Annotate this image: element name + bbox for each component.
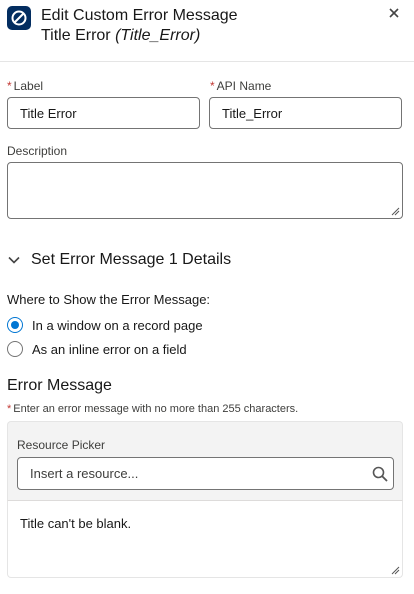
- modal-title: Edit Custom Error Message: [41, 7, 238, 24]
- search-icon[interactable]: [372, 466, 388, 482]
- modal-header: Edit Custom Error Message Title Error (T…: [0, 0, 414, 62]
- label-caption-text: Label: [13, 79, 44, 93]
- resize-handle-icon[interactable]: [391, 566, 400, 575]
- error-message-textarea[interactable]: Title can't be blank.: [7, 500, 403, 578]
- description-caption: Description: [7, 144, 68, 158]
- resource-picker-label: Resource Picker: [17, 438, 106, 452]
- api-name-field-caption: * API Name: [210, 79, 271, 93]
- radio-option-window[interactable]: In a window on a record page: [7, 316, 203, 334]
- label-input[interactable]: [7, 97, 200, 129]
- close-button[interactable]: [384, 3, 404, 23]
- modal-subtitle: Title Error (Title_Error): [41, 27, 200, 45]
- section-toggle[interactable]: Set Error Message 1 Details: [7, 249, 231, 271]
- required-mark: *: [210, 79, 215, 93]
- resource-picker-panel: Resource Picker: [7, 421, 403, 501]
- where-to-show-caption: Where to Show the Error Message:: [7, 292, 211, 307]
- hint-text: Enter an error message with no more than…: [13, 403, 299, 415]
- close-icon: [389, 8, 399, 18]
- radio-label: In a window on a record page: [32, 317, 203, 333]
- error-message-hint: * Enter an error message with no more tha…: [7, 403, 298, 415]
- subtitle-label: Title Error: [41, 27, 111, 44]
- label-field-caption: * Label: [7, 79, 43, 93]
- radio-button-checked[interactable]: [7, 317, 23, 333]
- resize-handle-icon[interactable]: [391, 207, 400, 216]
- prohibited-icon: [7, 6, 31, 30]
- required-mark: *: [7, 79, 12, 93]
- error-message-title: Error Message: [7, 377, 112, 394]
- api-name-input[interactable]: [209, 97, 402, 129]
- description-textarea[interactable]: [7, 162, 403, 219]
- radio-button[interactable]: [7, 341, 23, 357]
- api-name-caption-text: API Name: [216, 79, 272, 93]
- radio-option-inline[interactable]: As an inline error on a field: [7, 340, 187, 358]
- error-message-text: Title can't be blank.: [20, 516, 132, 531]
- required-mark: *: [7, 403, 12, 415]
- chevron-down-icon: [8, 256, 20, 264]
- subtitle-api-name: (Title_Error): [115, 27, 201, 44]
- resource-picker-input[interactable]: [17, 457, 394, 490]
- radio-label: As an inline error on a field: [32, 341, 187, 357]
- section-title: Set Error Message 1 Details: [31, 251, 232, 268]
